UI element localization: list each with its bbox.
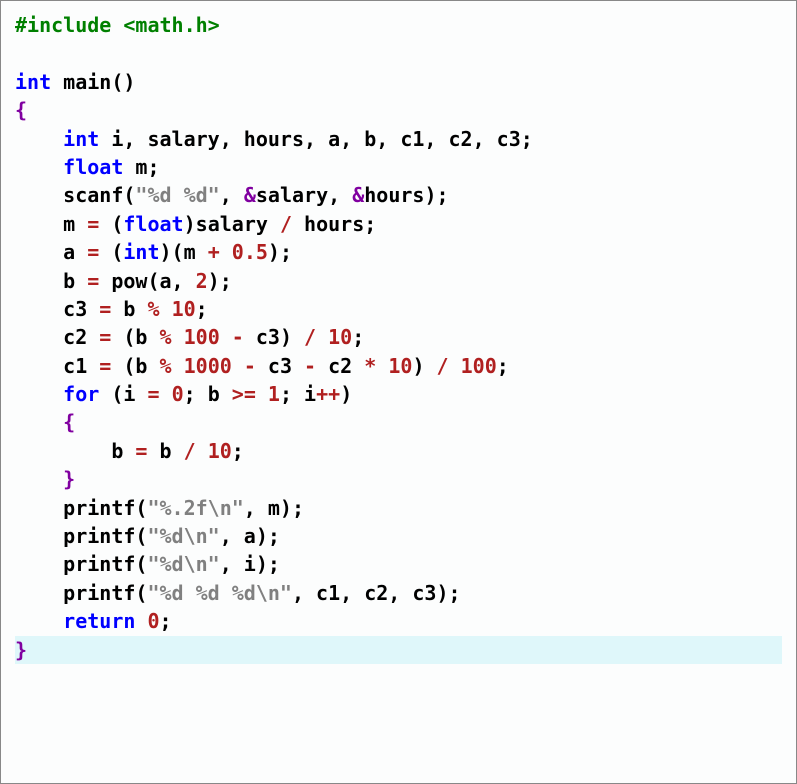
preproc-line: #include <math.h>	[15, 13, 220, 37]
code-block: #include <math.h> int main() { int i, sa…	[15, 11, 782, 664]
